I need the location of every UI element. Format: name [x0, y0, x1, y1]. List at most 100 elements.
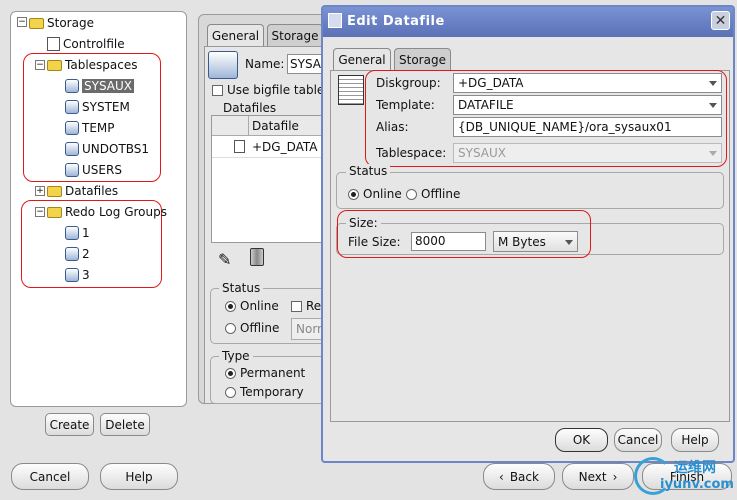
- tree-label-redo-log-groups: Redo Log Groups: [65, 205, 167, 219]
- radio-dot: [225, 387, 236, 398]
- redo-group-icon: [65, 247, 79, 261]
- name-label: Name:: [245, 57, 285, 71]
- tree-item-storage[interactable]: Storage: [29, 14, 94, 32]
- tree-item-redo-3[interactable]: 3: [65, 266, 90, 284]
- dialog-cancel-button[interactable]: Cancel: [614, 428, 662, 452]
- datafiles-expand-toggle[interactable]: +: [35, 186, 45, 196]
- tree-label-system: SYSTEM: [82, 100, 130, 114]
- dialog-offline-radio[interactable]: Offline: [406, 187, 460, 201]
- tablespace-icon: [65, 79, 79, 93]
- tablespace-icon: [65, 121, 79, 135]
- watermark-logo: 运维网 iyunv.com: [632, 455, 736, 499]
- online-radio-main[interactable]: Online: [225, 299, 279, 313]
- diskgroup-label: Diskgroup:: [376, 76, 441, 90]
- close-icon: ✕: [714, 12, 727, 29]
- redo-group-icon: [65, 226, 79, 240]
- template-select[interactable]: DATAFILE: [453, 95, 722, 115]
- wizard-next-button[interactable]: Next ›: [562, 463, 634, 490]
- controlfile-icon: [47, 37, 60, 51]
- wizard-cancel-button[interactable]: Cancel: [11, 463, 89, 490]
- use-bigfile-label: Use bigfile table: [227, 83, 325, 97]
- folder-icon: [29, 17, 44, 29]
- size-unit-select[interactable]: M Bytes: [493, 231, 578, 252]
- tree-item-controlfile[interactable]: Controlfile: [47, 35, 125, 53]
- trash-icon[interactable]: [250, 248, 264, 266]
- offline-radio-main[interactable]: Offline: [225, 321, 279, 335]
- wizard-help-button[interactable]: Help: [100, 463, 178, 490]
- tablespaces-collapse-toggle[interactable]: −: [35, 60, 45, 70]
- close-button[interactable]: ✕: [711, 11, 730, 30]
- tablespace-icon: [65, 142, 79, 156]
- tree-item-sysaux[interactable]: SYSAUX: [65, 77, 134, 95]
- tab-storage-main[interactable]: Storage: [267, 24, 323, 46]
- template-label: Template:: [376, 98, 435, 112]
- chevron-down-icon: [709, 151, 717, 156]
- tree-item-redo-log-groups[interactable]: Redo Log Groups: [47, 203, 167, 221]
- read-only-label: Re: [306, 299, 322, 313]
- tree-item-system[interactable]: SYSTEM: [65, 98, 130, 116]
- folder-icon: [47, 206, 62, 218]
- read-only-checkbox[interactable]: Re: [291, 299, 321, 313]
- tab-storage-dialog[interactable]: Storage: [394, 48, 451, 70]
- dialog-online-radio[interactable]: Online: [348, 187, 402, 201]
- tree-item-redo-1[interactable]: 1: [65, 224, 90, 242]
- alias-input[interactable]: {DB_UNIQUE_NAME}/ora_sysaux01: [453, 117, 722, 137]
- tablespace-icon: [65, 100, 79, 114]
- dialog-app-icon: [328, 13, 342, 28]
- tree-label-temp: TEMP: [82, 121, 115, 135]
- wizard-back-button[interactable]: ‹ Back: [483, 463, 555, 490]
- tree-label-tablespaces: Tablespaces: [65, 58, 138, 72]
- tree-item-undotbs1[interactable]: UNDOTBS1: [65, 140, 149, 158]
- tree-label-controlfile: Controlfile: [63, 37, 125, 51]
- dialog-status-title: Status: [346, 164, 391, 178]
- chevron-down-icon: [709, 81, 717, 86]
- tab-general-dialog[interactable]: General: [333, 48, 391, 70]
- file-icon: [234, 140, 245, 153]
- tree-label-sysaux: SYSAUX: [82, 79, 134, 93]
- offline-label: Offline: [421, 187, 461, 201]
- edit-pencil-icon[interactable]: ✎: [218, 250, 231, 269]
- temporary-radio[interactable]: Temporary: [225, 385, 304, 399]
- tree-label-storage: Storage: [47, 16, 94, 30]
- delete-button[interactable]: Delete: [100, 413, 150, 436]
- tree-item-redo-2[interactable]: 2: [65, 245, 90, 263]
- ok-button[interactable]: OK: [555, 428, 608, 452]
- type-group-title: Type: [219, 349, 253, 363]
- folder-icon: [47, 59, 62, 71]
- diskgroup-select[interactable]: +DG_DATA: [453, 73, 722, 93]
- use-bigfile-checkbox[interactable]: Use bigfile table: [212, 83, 330, 97]
- tablespace-icon: [65, 163, 79, 177]
- alias-label: Alias:: [376, 120, 409, 134]
- alias-value: {DB_UNIQUE_NAME}/ora_sysaux01: [458, 120, 672, 134]
- tree-label-redo-2: 2: [82, 247, 90, 261]
- tab-general-main[interactable]: General: [207, 24, 264, 46]
- tree-item-temp[interactable]: TEMP: [65, 119, 115, 137]
- root-collapse-toggle[interactable]: −: [17, 17, 27, 27]
- table-row[interactable]: +DG_DATA: [212, 136, 330, 158]
- radio-dot: [406, 189, 417, 200]
- chevron-down-icon: [709, 103, 717, 108]
- folder-icon: [47, 185, 62, 197]
- tree-item-datafiles[interactable]: Datafiles: [47, 182, 118, 200]
- datafiles-section-label: Datafiles: [223, 101, 277, 115]
- permanent-radio[interactable]: Permanent: [225, 366, 305, 380]
- tree-label-undotbs1: UNDOTBS1: [82, 142, 150, 156]
- radio-dot: [225, 301, 236, 312]
- tree-item-users[interactable]: USERS: [65, 161, 122, 179]
- datafiles-table: Datafile +DG_DATA: [211, 115, 331, 243]
- tree-label-redo-1: 1: [82, 226, 90, 240]
- back-label: Back: [509, 469, 539, 484]
- tablespace-large-icon: [208, 51, 238, 79]
- dialog-help-button[interactable]: Help: [671, 428, 719, 452]
- create-button[interactable]: Create: [45, 413, 94, 436]
- tree-item-tablespaces[interactable]: Tablespaces: [47, 56, 138, 74]
- tablespace-label: Tablespace:: [376, 146, 447, 160]
- checkbox-box: [291, 301, 302, 312]
- permanent-label: Permanent: [240, 366, 306, 380]
- checkbox-box: [212, 85, 223, 96]
- file-size-input[interactable]: 8000: [411, 232, 486, 251]
- table-header: Datafile: [212, 116, 330, 136]
- template-value: DATAFILE: [458, 98, 514, 112]
- header-divider: [248, 116, 249, 136]
- redo-collapse-toggle[interactable]: −: [35, 207, 45, 217]
